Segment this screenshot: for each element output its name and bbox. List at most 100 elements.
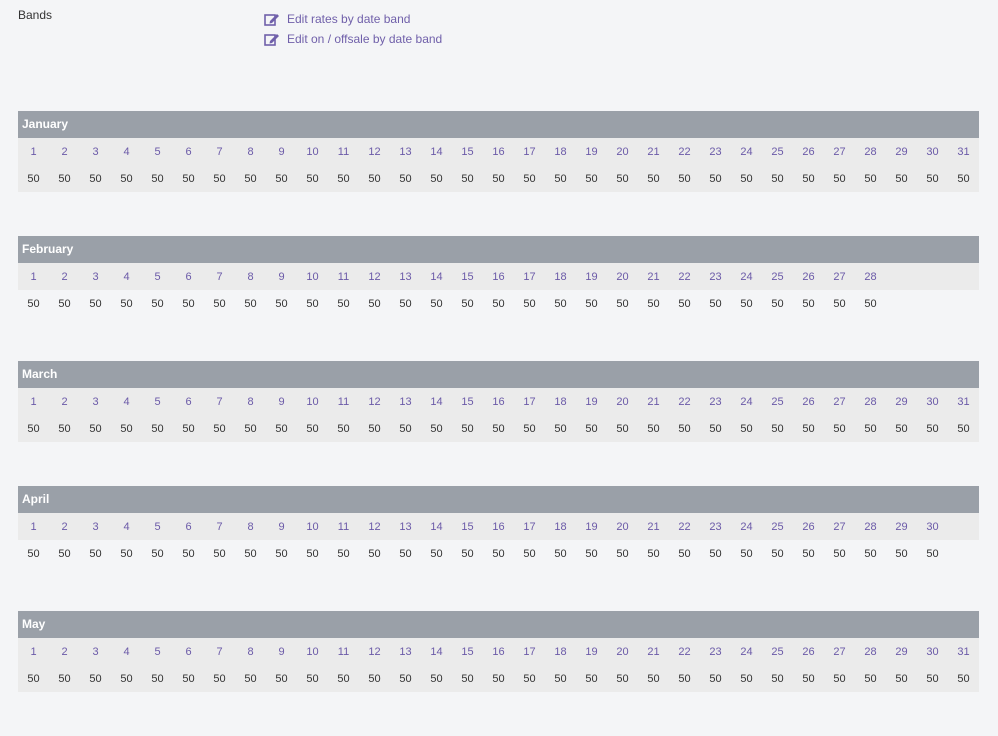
day-link[interactable]: 18	[545, 396, 576, 408]
day-link[interactable]: 13	[390, 271, 421, 283]
day-link[interactable]: 7	[204, 521, 235, 533]
day-link[interactable]: 27	[824, 646, 855, 658]
day-link[interactable]: 21	[638, 146, 669, 158]
day-link[interactable]: 4	[111, 271, 142, 283]
day-link[interactable]: 6	[173, 271, 204, 283]
day-link[interactable]: 16	[483, 396, 514, 408]
day-link[interactable]: 9	[266, 271, 297, 283]
day-link[interactable]: 12	[359, 646, 390, 658]
day-link[interactable]: 23	[700, 271, 731, 283]
day-link[interactable]: 25	[762, 271, 793, 283]
day-link[interactable]: 6	[173, 396, 204, 408]
day-link[interactable]: 27	[824, 521, 855, 533]
day-link[interactable]: 8	[235, 396, 266, 408]
day-link[interactable]: 11	[328, 146, 359, 158]
day-link[interactable]: 7	[204, 271, 235, 283]
day-link[interactable]: 30	[917, 521, 948, 533]
day-link[interactable]: 20	[607, 521, 638, 533]
day-link[interactable]: 6	[173, 646, 204, 658]
day-link[interactable]: 30	[917, 396, 948, 408]
day-link[interactable]: 18	[545, 646, 576, 658]
day-link[interactable]: 5	[142, 646, 173, 658]
day-link[interactable]: 10	[297, 646, 328, 658]
day-link[interactable]: 24	[731, 521, 762, 533]
day-link[interactable]: 2	[49, 646, 80, 658]
day-link[interactable]: 29	[886, 396, 917, 408]
day-link[interactable]: 16	[483, 271, 514, 283]
day-link[interactable]: 17	[514, 146, 545, 158]
day-link[interactable]: 23	[700, 396, 731, 408]
day-link[interactable]: 12	[359, 396, 390, 408]
day-link[interactable]: 18	[545, 146, 576, 158]
day-link[interactable]: 5	[142, 521, 173, 533]
day-link[interactable]: 4	[111, 146, 142, 158]
day-link[interactable]: 2	[49, 146, 80, 158]
day-link[interactable]: 25	[762, 396, 793, 408]
day-link[interactable]: 16	[483, 521, 514, 533]
edit-onsale-link[interactable]: Edit on / offsale by date band	[264, 29, 442, 49]
day-link[interactable]: 26	[793, 146, 824, 158]
day-link[interactable]: 12	[359, 146, 390, 158]
day-link[interactable]: 1	[18, 396, 49, 408]
day-link[interactable]: 28	[855, 646, 886, 658]
day-link[interactable]: 22	[669, 271, 700, 283]
day-link[interactable]: 10	[297, 271, 328, 283]
day-link[interactable]: 8	[235, 271, 266, 283]
day-link[interactable]: 20	[607, 646, 638, 658]
day-link[interactable]: 25	[762, 521, 793, 533]
day-link[interactable]: 18	[545, 521, 576, 533]
day-link[interactable]: 25	[762, 146, 793, 158]
day-link[interactable]: 8	[235, 646, 266, 658]
edit-rates-link[interactable]: Edit rates by date band	[264, 9, 442, 29]
day-link[interactable]: 14	[421, 521, 452, 533]
day-link[interactable]: 17	[514, 396, 545, 408]
day-link[interactable]: 14	[421, 271, 452, 283]
day-link[interactable]: 7	[204, 396, 235, 408]
day-link[interactable]: 8	[235, 521, 266, 533]
day-link[interactable]: 12	[359, 271, 390, 283]
day-link[interactable]: 2	[49, 521, 80, 533]
day-link[interactable]: 21	[638, 646, 669, 658]
day-link[interactable]: 22	[669, 521, 700, 533]
day-link[interactable]: 20	[607, 146, 638, 158]
day-link[interactable]: 3	[80, 146, 111, 158]
day-link[interactable]: 14	[421, 146, 452, 158]
day-link[interactable]: 12	[359, 521, 390, 533]
day-link[interactable]: 15	[452, 521, 483, 533]
day-link[interactable]: 28	[855, 146, 886, 158]
day-link[interactable]: 6	[173, 146, 204, 158]
day-link[interactable]: 23	[700, 646, 731, 658]
day-link[interactable]: 24	[731, 146, 762, 158]
day-link[interactable]: 27	[824, 396, 855, 408]
day-link[interactable]: 19	[576, 646, 607, 658]
day-link[interactable]: 14	[421, 396, 452, 408]
day-link[interactable]: 24	[731, 396, 762, 408]
day-link[interactable]: 11	[328, 271, 359, 283]
day-link[interactable]: 26	[793, 646, 824, 658]
day-link[interactable]: 21	[638, 271, 669, 283]
day-link[interactable]: 19	[576, 396, 607, 408]
day-link[interactable]: 31	[948, 396, 979, 408]
day-link[interactable]: 30	[917, 646, 948, 658]
day-link[interactable]: 5	[142, 146, 173, 158]
day-link[interactable]: 13	[390, 646, 421, 658]
day-link[interactable]: 10	[297, 521, 328, 533]
day-link[interactable]: 19	[576, 521, 607, 533]
day-link[interactable]: 24	[731, 646, 762, 658]
day-link[interactable]: 23	[700, 146, 731, 158]
day-link[interactable]: 13	[390, 396, 421, 408]
day-link[interactable]: 20	[607, 396, 638, 408]
day-link[interactable]: 28	[855, 271, 886, 283]
day-link[interactable]: 21	[638, 396, 669, 408]
day-link[interactable]: 4	[111, 396, 142, 408]
day-link[interactable]: 9	[266, 521, 297, 533]
day-link[interactable]: 1	[18, 146, 49, 158]
day-link[interactable]: 21	[638, 521, 669, 533]
day-link[interactable]: 15	[452, 146, 483, 158]
day-link[interactable]: 10	[297, 146, 328, 158]
day-link[interactable]: 29	[886, 646, 917, 658]
day-link[interactable]: 5	[142, 271, 173, 283]
day-link[interactable]: 22	[669, 646, 700, 658]
day-link[interactable]: 31	[948, 146, 979, 158]
day-link[interactable]: 3	[80, 646, 111, 658]
